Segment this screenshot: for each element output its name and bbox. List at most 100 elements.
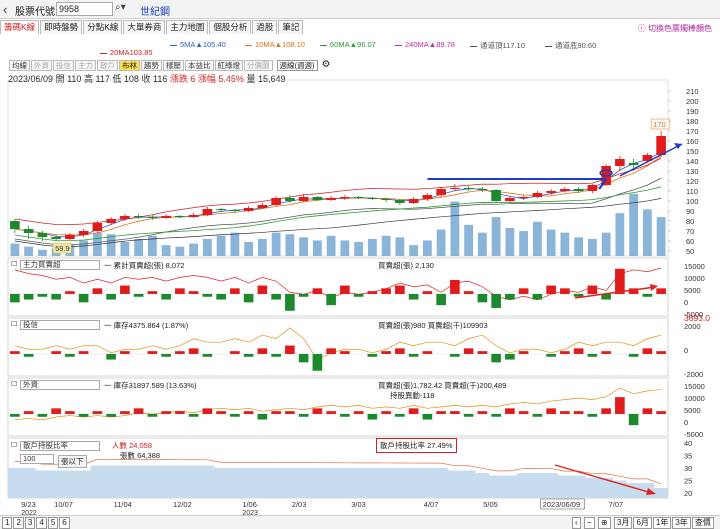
- flow-bar: [518, 288, 529, 294]
- flow-bar: [10, 413, 20, 417]
- panel-checkbox-icon[interactable]: ☐: [11, 260, 17, 268]
- volume-bar: [532, 221, 542, 256]
- candle-body: [106, 219, 116, 223]
- panel-select[interactable]: 投信: [20, 320, 100, 330]
- retail-count-select[interactable]: 100: [20, 454, 54, 464]
- candle-body: [37, 233, 48, 237]
- flow-bar: [51, 293, 61, 300]
- flow-bar: [518, 351, 529, 354]
- flow-bar: [505, 353, 515, 360]
- flow-bar: [285, 293, 295, 311]
- flow-bar: [202, 293, 213, 297]
- flow-bar: [298, 413, 309, 417]
- page-button[interactable]: 1: [2, 517, 13, 529]
- panel-right-text: 買賣超(張) 2,130: [378, 261, 434, 270]
- panel-right-text2: 持股異動-118: [390, 391, 435, 400]
- zoom-icon[interactable]: ⊕: [597, 517, 611, 529]
- candle-body: [230, 210, 240, 211]
- volume-bar: [422, 240, 432, 256]
- volume-bar: [10, 243, 20, 256]
- x-axis-label: 7/07: [609, 500, 624, 509]
- prev-icon[interactable]: ‹: [572, 517, 581, 529]
- retail-shares: 張數 64,388: [120, 451, 161, 460]
- flow-bar: [491, 293, 501, 308]
- range-button[interactable]: 3月: [614, 517, 633, 529]
- flow-bar: [285, 411, 295, 414]
- volume-bar: [642, 209, 652, 256]
- panel-tick-label: -2000: [684, 370, 703, 379]
- flow-bar: [92, 288, 103, 294]
- price-tick-label: 170: [686, 127, 699, 136]
- flow-bar: [615, 268, 625, 294]
- flow-bar: [188, 413, 199, 417]
- volume-bar: [79, 240, 89, 256]
- price-tick-label: 70: [686, 227, 694, 236]
- flow-bar: [587, 285, 598, 294]
- ma5-line: [14, 151, 662, 238]
- range-button[interactable]: 3年: [672, 517, 691, 529]
- x-axis-label: 5/05: [483, 500, 498, 509]
- flow-bar: [257, 285, 268, 294]
- x-axis-label: 11/04: [114, 500, 132, 509]
- volume-bar: [271, 232, 281, 256]
- flow-bar: [408, 408, 419, 414]
- flow-bar: [477, 411, 488, 414]
- range-button[interactable]: 查價: [691, 517, 714, 529]
- flow-bar: [422, 413, 433, 420]
- candle-body: [298, 197, 309, 201]
- candle-body: [175, 216, 185, 217]
- low-label: 59.9: [55, 244, 70, 253]
- range-button[interactable]: 1年: [652, 517, 672, 529]
- range-button[interactable]: 6月: [633, 517, 652, 529]
- price-panel-frame: [7, 79, 669, 257]
- flow-bar: [642, 408, 653, 414]
- retail-checkbox-icon[interactable]: ☐: [11, 441, 17, 449]
- panel-checkbox-icon[interactable]: ☐: [11, 380, 17, 388]
- volume-bar: [202, 238, 212, 256]
- retail-tick-label: 20: [684, 489, 692, 498]
- candle-body: [51, 237, 61, 239]
- retail-select[interactable]: 散戶持股比率: [20, 441, 100, 451]
- panel-checkbox-icon[interactable]: ☐: [11, 320, 17, 328]
- candle-body: [491, 190, 501, 201]
- candle-body: [505, 198, 515, 201]
- price-tick-label: 180: [686, 117, 699, 126]
- volume-bar: [230, 232, 240, 256]
- candle-body: [65, 235, 75, 239]
- x-axis-label: 2023/06/09: [543, 500, 581, 509]
- flow-bar: [532, 293, 543, 300]
- candle-body: [587, 185, 598, 191]
- zoom-out-icon[interactable]: −: [583, 517, 595, 529]
- panel-select[interactable]: 主力買賣超: [20, 260, 100, 270]
- flow-bar: [450, 279, 460, 294]
- flow-bar: [340, 413, 350, 417]
- flow-bar: [298, 293, 309, 297]
- page-button[interactable]: 4: [36, 517, 47, 529]
- candle-body: [326, 198, 336, 200]
- page-button[interactable]: 3: [24, 517, 36, 529]
- flow-bar: [257, 348, 268, 354]
- candle-body: [161, 216, 171, 218]
- flow-bar: [78, 293, 89, 303]
- panel-select[interactable]: 外資: [20, 380, 100, 390]
- flow-bar: [367, 353, 378, 357]
- flow-bar: [188, 348, 199, 354]
- retail-ratio-label: 散戶持股比率 27.49%: [376, 438, 457, 453]
- volume-bar: [134, 238, 144, 256]
- flow-bar: [642, 348, 653, 354]
- panel-tick-label: 15000: [684, 262, 705, 271]
- x-axis-label: 2/03: [292, 500, 307, 509]
- flow-bar: [106, 413, 116, 417]
- flow-bar: [450, 353, 460, 357]
- flow-bar: [37, 413, 48, 417]
- volume-bar: [505, 228, 515, 256]
- retail-count-label[interactable]: 張以下: [58, 455, 87, 468]
- flow-bar: [656, 351, 666, 354]
- page-button[interactable]: 2: [13, 517, 24, 529]
- flow-bar: [120, 351, 130, 354]
- volume-bar: [312, 240, 322, 256]
- flow-bar: [65, 291, 75, 294]
- page-button[interactable]: 6: [59, 517, 70, 529]
- volume-bar: [24, 246, 34, 256]
- page-button[interactable]: 5: [47, 517, 59, 529]
